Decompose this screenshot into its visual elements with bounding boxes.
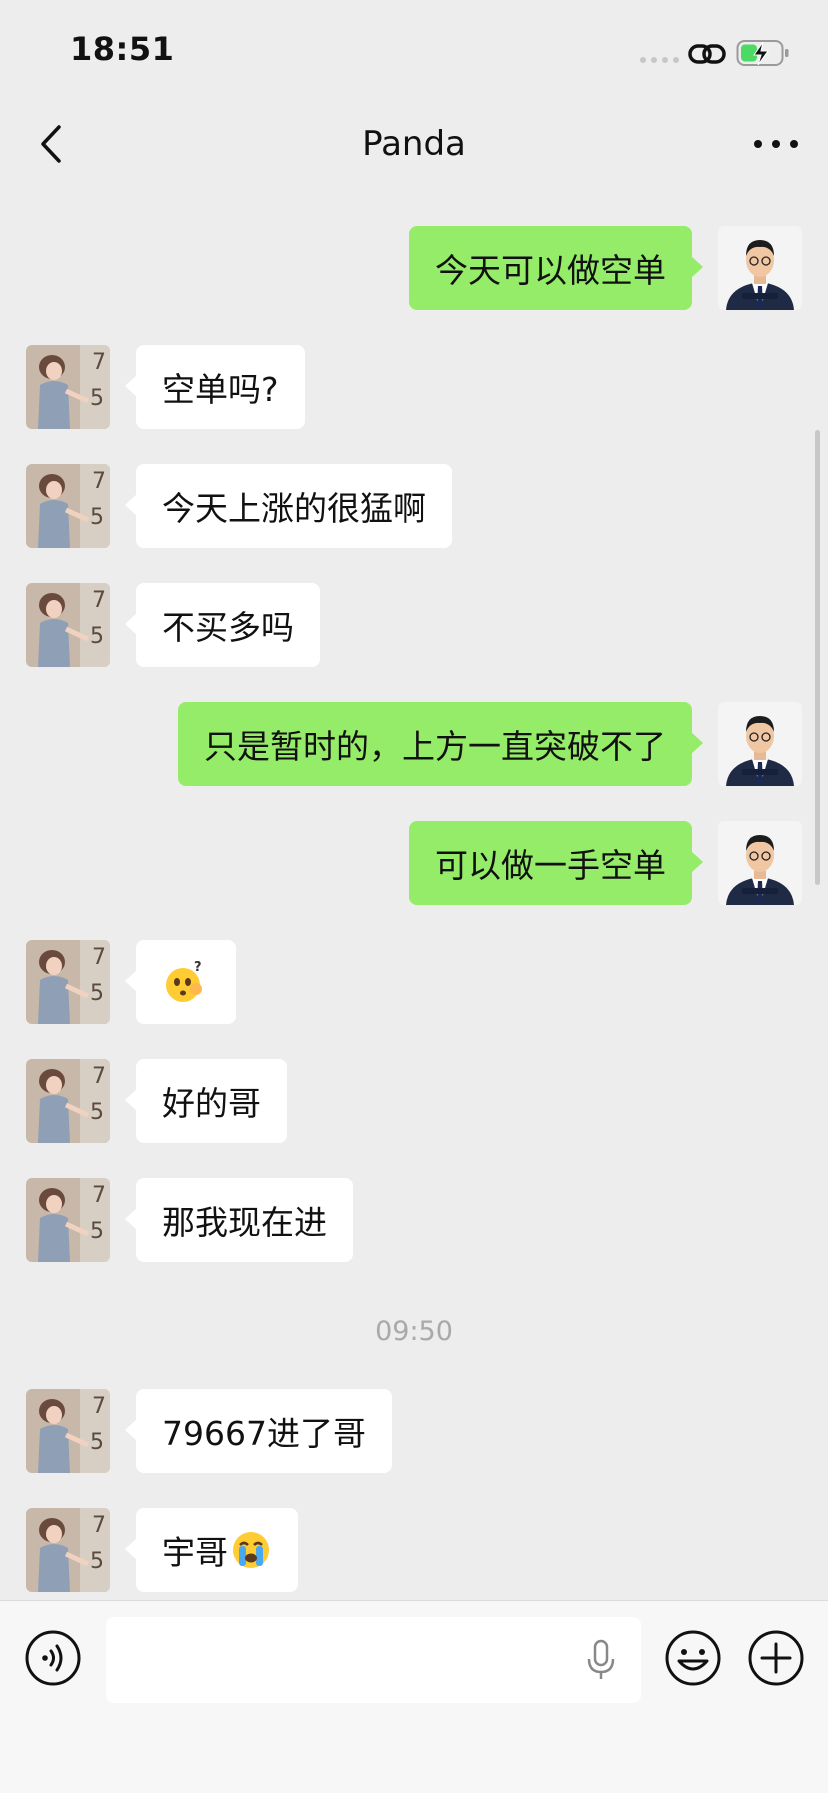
incoming-message-bubble[interactable]: 不买多吗	[125, 583, 320, 667]
svg-text:?: ?	[194, 960, 202, 975]
svg-text:5: 5	[90, 1219, 104, 1244]
svg-text:7: 7	[92, 945, 106, 970]
incoming-message-bubble[interactable]: 空单吗?	[125, 345, 305, 429]
status-time: 18:51	[70, 30, 175, 68]
outgoing-message-bubble[interactable]: 今天可以做空单	[409, 226, 703, 310]
nav-bar: Panda	[0, 96, 828, 194]
confused-face-emoji: ?	[166, 960, 202, 1002]
message-input[interactable]	[106, 1617, 641, 1703]
more-dots-icon[interactable]	[748, 118, 804, 170]
svg-text:5: 5	[90, 624, 104, 649]
woman-photo-avatar[interactable]: 7 5	[26, 1389, 110, 1473]
message-text: 今天可以做空单	[435, 251, 666, 290]
svg-text:7: 7	[92, 1394, 106, 1419]
woman-photo-avatar[interactable]: 7 5	[26, 940, 110, 1024]
link-icon	[688, 44, 726, 64]
woman-photo-avatar[interactable]: 7 5	[26, 1178, 110, 1262]
mic-icon[interactable]	[586, 1639, 616, 1681]
message-text: 只是暂时的，上方一直突破不了	[204, 727, 666, 766]
incoming-message-bubble[interactable]: 宇哥	[125, 1508, 298, 1592]
svg-text:7: 7	[92, 588, 106, 613]
incoming-message-bubble[interactable]: 好的哥	[125, 1059, 287, 1143]
svg-text:7: 7	[92, 1183, 106, 1208]
message-text: 79667进了哥	[162, 1414, 366, 1453]
input-bar	[0, 1600, 828, 1793]
woman-photo-avatar[interactable]: 7 5	[26, 464, 110, 548]
woman-photo-avatar[interactable]: 7 5	[26, 583, 110, 667]
svg-text:7: 7	[92, 1064, 106, 1089]
outgoing-message-bubble[interactable]: 只是暂时的，上方一直突破不了	[178, 702, 703, 786]
man-suit-avatar[interactable]	[718, 821, 802, 905]
man-suit-avatar[interactable]	[718, 702, 802, 786]
woman-photo-avatar[interactable]: 7 5	[26, 345, 110, 429]
woman-photo-avatar[interactable]: 7 5	[26, 1508, 110, 1592]
svg-text:7: 7	[92, 350, 106, 375]
battery-charging-icon	[736, 40, 789, 66]
plus-icon[interactable]	[747, 1629, 805, 1687]
svg-text:7: 7	[92, 469, 106, 494]
man-suit-avatar[interactable]	[718, 226, 802, 310]
chat-title: Panda	[362, 124, 466, 164]
signal-icon	[640, 57, 680, 63]
scrollbar[interactable]	[815, 430, 820, 885]
incoming-message-bubble[interactable]: 今天上涨的很猛啊	[125, 464, 452, 548]
outgoing-message-bubble[interactable]: 可以做一手空单	[409, 821, 703, 905]
voice-toggle-icon[interactable]	[24, 1629, 82, 1687]
svg-text:5: 5	[90, 1100, 104, 1125]
smile-icon[interactable]	[664, 1629, 722, 1687]
message-list[interactable]: 今天可以做空单 7 5 空单吗? 7 5 今天上涨的很猛啊 7 5 不买多吗 只…	[0, 194, 828, 1600]
incoming-message-bubble[interactable]: 那我现在进	[125, 1178, 353, 1262]
message-text: 好的哥	[162, 1084, 261, 1123]
svg-text:5: 5	[90, 981, 104, 1006]
crying-face-emoji	[233, 1532, 269, 1568]
status-bar: 18:51	[0, 0, 828, 96]
message-text: 宇哥	[162, 1533, 228, 1572]
svg-text:5: 5	[90, 1430, 104, 1455]
time-divider: 09:50	[375, 1316, 453, 1347]
incoming-message-bubble[interactable]: 79667进了哥	[125, 1389, 392, 1473]
message-text: 空单吗?	[162, 370, 279, 409]
message-text: 那我现在进	[162, 1203, 327, 1242]
svg-text:7: 7	[92, 1513, 106, 1538]
svg-text:5: 5	[90, 1549, 104, 1574]
message-text: 可以做一手空单	[435, 846, 666, 885]
incoming-message-bubble[interactable]: ?	[125, 940, 236, 1024]
message-text: 今天上涨的很猛啊	[162, 489, 426, 528]
svg-text:5: 5	[90, 386, 104, 411]
woman-photo-avatar[interactable]: 7 5	[26, 1059, 110, 1143]
message-text: 不买多吗	[162, 608, 294, 647]
svg-text:5: 5	[90, 505, 104, 530]
